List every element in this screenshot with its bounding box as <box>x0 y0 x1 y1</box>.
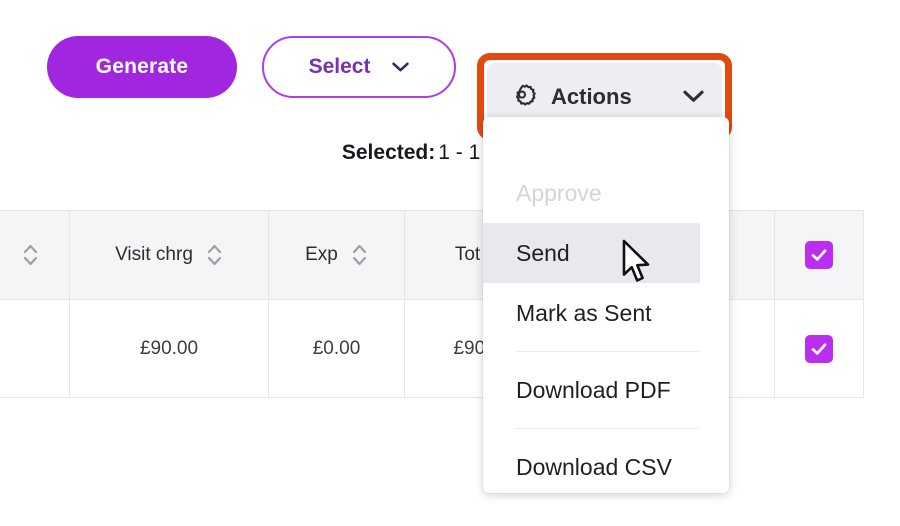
sort-icon[interactable] <box>351 241 368 269</box>
table-cell-sort <box>0 299 70 398</box>
menu-item-label: Send <box>516 239 570 266</box>
sort-icon[interactable] <box>22 241 39 269</box>
table-header-label: Tot <box>454 244 481 265</box>
table-cell-row-select[interactable] <box>774 299 864 398</box>
table-body: £90.00 £0.00 £90.00 <box>0 299 864 398</box>
actions-button-label: Actions <box>551 83 632 109</box>
table-header-cell-exp[interactable]: Exp <box>268 210 405 300</box>
chevron-down-icon <box>683 90 704 103</box>
table-header: Visit chrg Exp Tot <box>0 210 864 300</box>
row-select-checkbox[interactable] <box>805 334 833 363</box>
selection-summary: Selected:1 - 1Showi <box>0 141 900 165</box>
menu-item-approve: Approve <box>483 163 729 223</box>
menu-item-label: Mark as Sent <box>516 299 652 326</box>
generate-button[interactable]: Generate <box>47 36 237 98</box>
menu-item-mark-as-sent[interactable]: Mark as Sent <box>483 283 729 343</box>
sort-icon[interactable] <box>206 241 223 269</box>
invoices-table: Visit chrg Exp Tot £90.00 £0.00 <box>0 210 864 398</box>
table-header-row: Visit chrg Exp Tot <box>0 210 864 300</box>
visit-chrg-value: £90.00 <box>139 337 199 359</box>
table-header-cell-select-all[interactable] <box>774 210 864 300</box>
menu-item-download-pdf[interactable]: Download PDF <box>483 360 729 420</box>
actions-dropdown-menu: Approve Send Mark as Sent Download PDF D… <box>483 117 729 493</box>
table-header-label: Exp <box>305 244 338 265</box>
selected-label: Selected: <box>341 141 436 164</box>
table-header-cell-visit-chrg[interactable]: Visit chrg <box>69 210 269 300</box>
select-dropdown-button[interactable]: Select <box>262 36 456 98</box>
toolbar: Generate Select Actions <box>0 32 900 140</box>
menu-item-download-csv[interactable]: Download CSV <box>483 437 729 497</box>
table-row[interactable]: £90.00 £0.00 £90.00 <box>0 299 864 398</box>
menu-separator <box>516 428 699 429</box>
table-cell-visit-chrg: £90.00 <box>69 299 269 398</box>
menu-item-label: Download PDF <box>516 376 671 403</box>
menu-item-label: Approve <box>516 179 602 206</box>
menu-separator <box>516 351 699 352</box>
table-cell-exp: £0.00 <box>268 299 405 398</box>
selected-range: 1 - 1 <box>438 141 481 164</box>
menu-item-label: Download CSV <box>516 453 672 480</box>
menu-item-send[interactable]: Send <box>483 223 700 283</box>
gear-icon <box>507 82 537 112</box>
table-header-label: Visit chrg <box>115 244 193 265</box>
table-header-cell-sort[interactable] <box>0 210 70 300</box>
exp-value: £0.00 <box>312 337 361 359</box>
select-all-checkbox[interactable] <box>805 241 833 269</box>
chevron-down-icon <box>392 62 410 73</box>
select-button-label: Select <box>308 55 371 78</box>
